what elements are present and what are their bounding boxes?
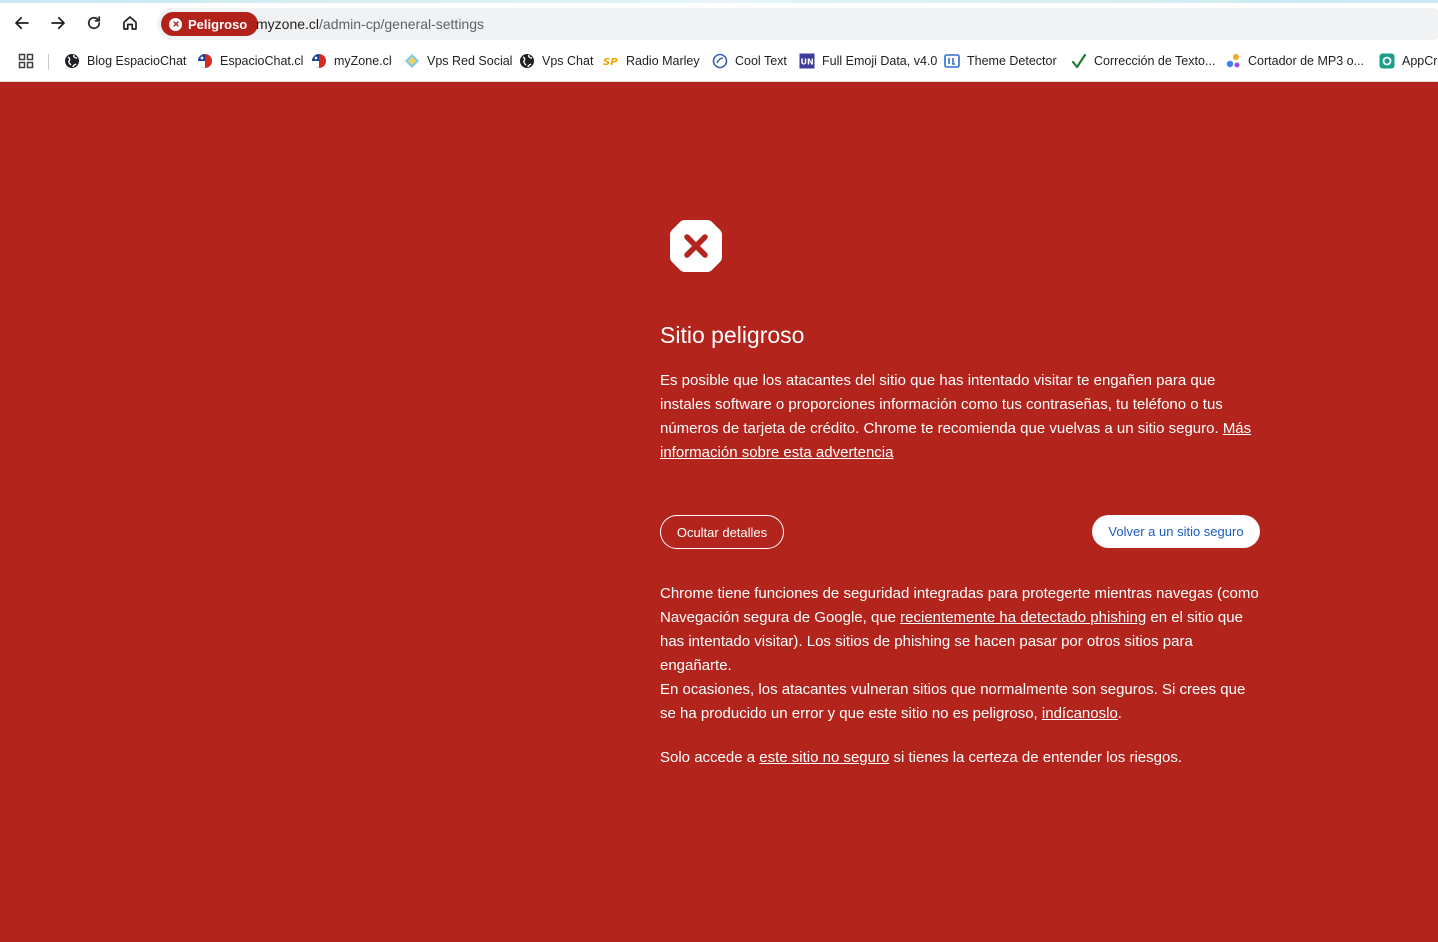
- diamond-icon: [404, 53, 420, 69]
- bookmark-full-emoji-data[interactable]: UN Full Emoji Data, v4.0: [799, 46, 937, 76]
- theme-detector-icon: [944, 53, 960, 69]
- appcreator-icon: [1379, 53, 1395, 69]
- bookmark-cool-text[interactable]: Cool Text: [712, 46, 787, 76]
- bookmark-label: Cortador de MP3 o...: [1248, 54, 1365, 68]
- svg-text:SP: SP: [603, 57, 618, 68]
- browser-toolbar: Peligroso myzone.cl/admin-cp/general-set…: [0, 0, 1438, 46]
- bookmark-radio-marley[interactable]: SP Radio Marley: [603, 46, 700, 76]
- proceed-unsafe-link[interactable]: este sitio no seguro: [759, 749, 889, 766]
- home-icon: [123, 16, 137, 30]
- bookmarks-bar: Blog EspacioChat EspacioChat.cl myZone.c…: [0, 46, 1438, 82]
- bookmark-myzone-cl[interactable]: myZone.cl: [311, 46, 392, 76]
- details-2-text: En ocasiones, los atacantes vulneran sit…: [660, 681, 1246, 722]
- bookmark-cortador-de-mp3[interactable]: Cortador de MP3 o...: [1225, 46, 1364, 76]
- security-chip-label: Peligroso: [188, 16, 248, 32]
- globe-icon: [519, 53, 535, 69]
- back-to-safety-button[interactable]: Volver a un sitio seguro: [1092, 515, 1260, 548]
- danger-circle-icon: [169, 17, 182, 31]
- phishing-detected-link[interactable]: recientemente ha detectado phishing: [900, 609, 1146, 626]
- details-paragraph-1: Chrome tiene funciones de seguridad inte…: [660, 582, 1265, 678]
- bookmark-label: Blog EspacioChat: [87, 54, 187, 68]
- bookmark-label: Vps Chat: [542, 54, 594, 68]
- details-2-text-end: .: [1117, 705, 1122, 722]
- url-path: /admin-cp/general-settings: [319, 16, 485, 32]
- svg-text:UN: UN: [801, 58, 814, 67]
- address-bar[interactable]: Peligroso myzone.cl/admin-cp/general-set…: [157, 8, 1438, 40]
- warning-intro-text: Es posible que los atacantes del sitio q…: [660, 372, 1223, 437]
- chile-flag-icon: [311, 53, 327, 69]
- reload-icon: [87, 16, 101, 30]
- apps-grid-icon[interactable]: [18, 53, 34, 69]
- details-paragraph-3: Solo accede a este sitio no seguro si ti…: [660, 746, 1265, 770]
- url-domain: myzone.cl: [256, 16, 320, 32]
- bookmarks-separator: [48, 54, 49, 70]
- bookmark-label: Radio Marley: [626, 54, 700, 68]
- arrow-right-icon: [51, 16, 65, 30]
- bookmark-label: Full Emoji Data, v4.0: [822, 54, 938, 68]
- bookmark-espaciochat-cl[interactable]: EspacioChat.cl: [197, 46, 303, 76]
- details-paragraph-2: En ocasiones, los atacantes vulneran sit…: [660, 678, 1265, 726]
- arrow-left-icon: [15, 16, 29, 30]
- bookmark-blog-espaciochat[interactable]: Blog EspacioChat: [64, 46, 186, 76]
- bookmark-theme-detector[interactable]: Theme Detector: [944, 46, 1057, 76]
- tab-strip-accent: [0, 0, 1438, 3]
- bookmark-label: Cool Text: [735, 54, 787, 68]
- cooltext-icon: [712, 53, 728, 69]
- safe-browsing-interstitial: Sitio peligroso Es posible que los ataca…: [0, 82, 1438, 942]
- unicode-logo-icon: UN: [799, 53, 815, 69]
- globe-icon: [64, 53, 80, 69]
- bookmark-label: Theme Detector: [967, 54, 1057, 68]
- home-button[interactable]: [116, 9, 144, 37]
- bookmark-appcreator[interactable]: AppCre: [1379, 46, 1438, 76]
- page-title: Sitio peligroso: [660, 322, 805, 348]
- hide-details-button[interactable]: Ocultar detalles: [660, 515, 784, 549]
- sp-logo-icon: SP: [603, 53, 619, 69]
- reload-button[interactable]: [80, 9, 108, 37]
- url-text[interactable]: myzone.cl/admin-cp/general-settings: [256, 8, 484, 40]
- forward-nav-button[interactable]: [44, 9, 72, 37]
- bookmark-vps-red-social[interactable]: Vps Red Social: [404, 46, 512, 76]
- back-nav-button[interactable]: [8, 9, 36, 37]
- bookmark-label: AppCre: [1402, 54, 1438, 68]
- details-3-text: Solo accede a: [660, 749, 760, 766]
- warning-description: Es posible que los atacantes del sitio q…: [660, 369, 1265, 465]
- report-error-link[interactable]: indícanoslo: [1042, 705, 1118, 722]
- bookmark-label: myZone.cl: [334, 54, 392, 68]
- dots-logo-icon: [1225, 53, 1241, 69]
- checkmark-icon: [1071, 53, 1087, 69]
- chile-flag-icon: [197, 53, 213, 69]
- bookmark-label: Corrección de Texto...: [1094, 54, 1216, 68]
- security-chip[interactable]: Peligroso: [161, 12, 259, 36]
- danger-octagon-icon: [670, 220, 722, 272]
- details-3-text-end: si tienes la certeza de entender los rie…: [889, 749, 1182, 766]
- bookmark-correccion-de-texto[interactable]: Corrección de Texto...: [1071, 46, 1215, 76]
- bookmark-label: EspacioChat.cl: [220, 54, 304, 68]
- bookmark-label: Vps Red Social: [427, 54, 513, 68]
- bookmark-vps-chat[interactable]: Vps Chat: [519, 46, 593, 76]
